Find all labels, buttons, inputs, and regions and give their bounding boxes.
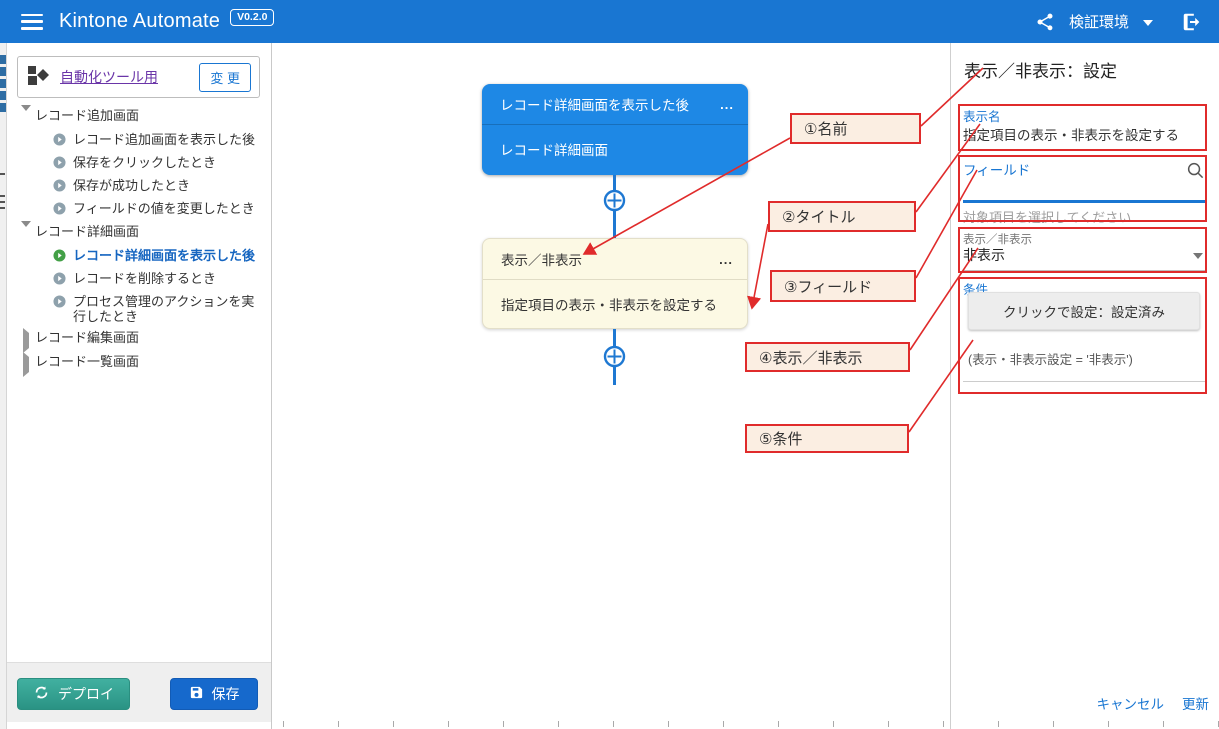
app-selector: 自動化ツール用 変 更 [17,56,260,98]
tree-node-record-list[interactable]: レコード一覧画面 [7,351,272,375]
page-minimap-strip [0,43,7,729]
trigger-node[interactable]: レコード詳細画面を表示した後 ... レコード詳細画面 [482,84,748,175]
action-node[interactable]: 表示／非表示 ... 指定項目の表示・非表示を設定する [482,238,748,329]
display-name-value[interactable]: 指定項目の表示・非表示を設定する [963,124,1208,144]
app-icon [26,63,50,92]
condition-set-button[interactable]: クリックで設定：設定済み [968,292,1200,330]
play-circle-icon [53,272,66,288]
environment-caret-icon[interactable] [1143,20,1153,26]
dropdown-caret-icon[interactable] [1193,253,1203,259]
annotation-title: ②タイトル [768,201,916,232]
share-icon[interactable] [1035,12,1055,32]
node-menu-button[interactable]: ... [720,97,734,112]
settings-panel: 表示／非表示：設定 表示名 指定項目の表示・非表示を設定する フィールド 対象項… [950,43,1219,729]
play-circle-icon [53,202,66,218]
field-input-underline [963,200,1206,203]
tree-item[interactable]: 保存をクリックしたとき [7,152,272,175]
trigger-node-title: レコード詳細画面を表示した後 [500,94,689,114]
deploy-button[interactable]: デプロイ [17,678,130,710]
play-circle-icon [53,156,66,172]
kintone-automate-window: Kintone Automate V0.2.0 検証環境 [0,0,1219,729]
chevron-down-icon[interactable] [21,227,35,242]
top-bar: Kintone Automate V0.2.0 検証環境 [0,0,1219,43]
field-label: フィールド [963,159,1030,179]
chevron-right-icon[interactable] [21,357,35,372]
trigger-node-subtitle: レコード詳細画面 [500,139,608,159]
chevron-down-icon[interactable] [21,111,35,126]
version-badge: V0.2.0 [230,9,274,26]
environment-label: 検証環境 [1069,11,1129,32]
add-node-button[interactable] [603,345,626,368]
tree-node-record-add[interactable]: レコード追加画面 [7,105,272,129]
field-helper-text: 対象項目を選択してください [963,207,1131,226]
node-menu-button[interactable]: ... [719,252,733,267]
sync-icon [33,684,50,704]
event-tree: レコード追加画面 レコード追加画面を表示した後 保存をクリックしたとき 保存が成… [7,105,272,375]
cancel-button[interactable]: キャンセル [1097,693,1165,713]
tree-item[interactable]: レコードを削除するとき [7,268,272,291]
tree-item[interactable]: フィールドの値を変更したとき [7,198,272,221]
play-circle-icon [53,133,66,149]
action-node-subtitle: 指定項目の表示・非表示を設定する [501,294,717,314]
action-node-title: 表示／非表示 [501,249,582,269]
tree-item[interactable]: 保存が成功したとき [7,175,272,198]
annotation-visibility: ④表示／非表示 [745,342,910,372]
panel-title: 表示／非表示：設定 [964,57,1117,82]
change-app-button[interactable]: 変 更 [199,63,251,92]
tree-node-record-edit[interactable]: レコード編集画面 [7,327,272,351]
app-title: Kintone Automate [59,10,220,33]
tree-node-record-detail[interactable]: レコード詳細画面 [7,221,272,245]
sidebar-footer: デプロイ 保存 [7,662,271,722]
tree-item-selected[interactable]: レコード詳細画面を表示した後 [7,245,272,268]
display-name-label: 表示名 [963,106,1001,125]
tree-item[interactable]: プロセス管理のアクションを実行したとき [7,291,272,327]
play-circle-icon [53,295,66,311]
add-node-button[interactable] [603,189,626,212]
annotation-field: ③フィールド [770,270,916,302]
logout-icon[interactable] [1181,11,1203,33]
tree-item[interactable]: レコード追加画面を表示した後 [7,129,272,152]
search-icon[interactable] [1186,161,1205,185]
condition-summary: (表示・非表示設定 = '非表示') [968,349,1133,368]
chevron-right-icon[interactable] [21,333,35,348]
hamburger-menu-icon[interactable] [21,14,43,30]
annotation-condition: ⑤条件 [745,424,909,453]
visibility-underline [963,270,1206,271]
play-circle-icon-active [53,249,66,265]
play-circle-icon [53,179,66,195]
app-name-link[interactable]: 自動化ツール用 [60,67,158,87]
divider [963,381,1206,382]
field-select-input[interactable] [963,177,1178,199]
update-button[interactable]: 更新 [1182,693,1209,713]
flow-canvas[interactable]: レコード詳細画面を表示した後 ... レコード詳細画面 表示／非表示 ... 指… [272,43,950,729]
visibility-select[interactable]: 非表示 [963,245,1005,265]
sidebar: 自動化ツール用 変 更 レコード追加画面 レコード追加画面を表示した後 保存をク… [7,43,272,729]
annotation-name: ①名前 [790,113,921,144]
save-floppy-icon [189,685,204,703]
save-button[interactable]: 保存 [170,678,258,710]
